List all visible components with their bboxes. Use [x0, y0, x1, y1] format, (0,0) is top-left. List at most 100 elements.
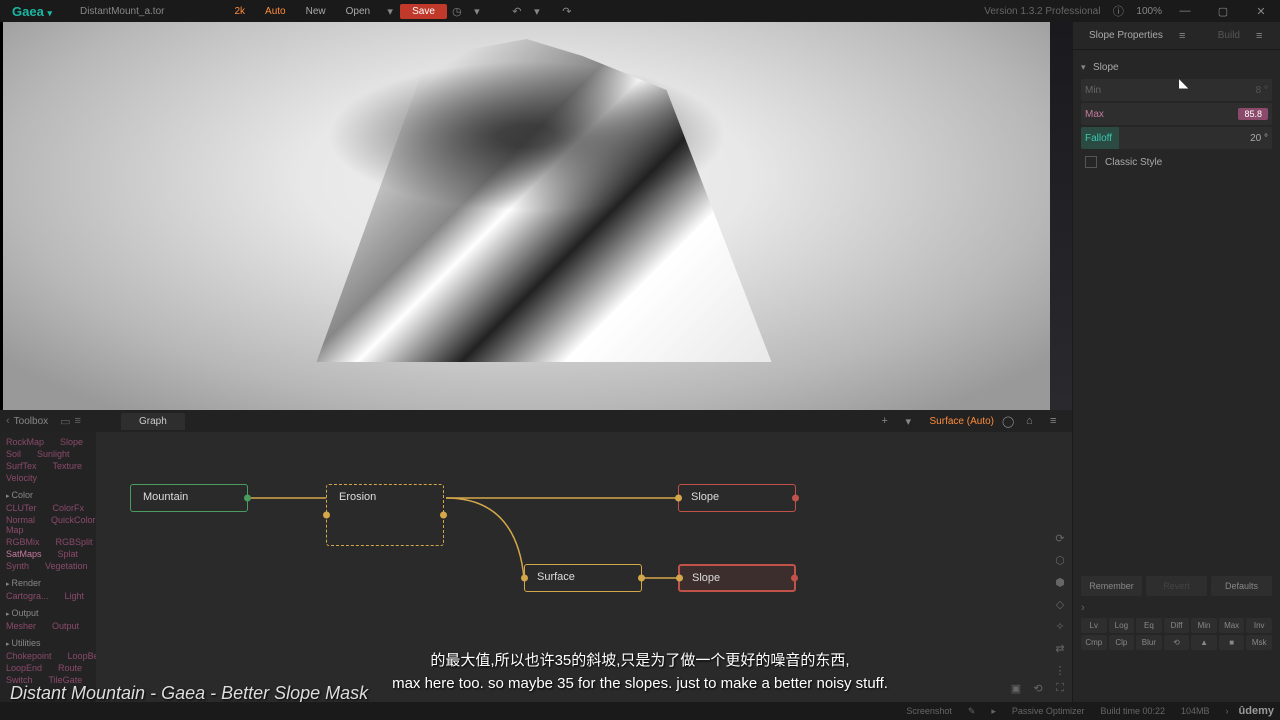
- add-icon[interactable]: +: [882, 415, 898, 427]
- sb-icon[interactable]: ▸: [985, 706, 1002, 717]
- open-button[interactable]: Open: [336, 4, 380, 19]
- mini-min[interactable]: Min: [1191, 618, 1217, 633]
- tb-loopend[interactable]: LoopEnd: [6, 663, 42, 673]
- prop-min[interactable]: Min 8 °: [1081, 79, 1272, 101]
- tb-rgbsplit[interactable]: RGBSplit: [56, 537, 93, 547]
- tb-soil[interactable]: Soil: [6, 449, 21, 459]
- defaults-button[interactable]: Defaults: [1211, 576, 1272, 596]
- mini-log[interactable]: Log: [1109, 618, 1135, 633]
- tab-properties[interactable]: Slope Properties: [1081, 26, 1171, 45]
- frame-icon[interactable]: ▣: [1008, 682, 1024, 698]
- redo-icon[interactable]: ↷: [557, 5, 577, 18]
- cat-output[interactable]: Output: [6, 602, 90, 620]
- tool-icon[interactable]: ✧: [1052, 620, 1068, 636]
- toolbox-view-icon[interactable]: ▭: [60, 415, 70, 428]
- mini-12[interactable]: ■: [1219, 635, 1245, 650]
- tab-graph[interactable]: Graph: [121, 413, 185, 430]
- section-slope[interactable]: ▾ Slope: [1081, 58, 1272, 77]
- port-in[interactable]: [676, 575, 683, 582]
- tb-route[interactable]: Route: [58, 663, 82, 673]
- minimize-icon[interactable]: —: [1170, 5, 1200, 17]
- dropdown-icon[interactable]: ▾: [906, 415, 922, 428]
- menu-icon[interactable]: ≡: [1256, 30, 1272, 42]
- tb-velocity[interactable]: Velocity: [6, 473, 37, 483]
- tb-satmaps[interactable]: SatMaps: [6, 549, 42, 559]
- tb-quickcolor[interactable]: QuickColor: [51, 515, 96, 535]
- cat-color[interactable]: Color: [6, 484, 90, 502]
- tb-synth[interactable]: Synth: [6, 561, 29, 571]
- open-dropdown-icon[interactable]: ▾: [380, 5, 400, 18]
- node-slope-2-selected[interactable]: Slope: [678, 564, 796, 592]
- tb-vegetation[interactable]: Vegetation: [45, 561, 88, 571]
- tool-icon[interactable]: ⬢: [1052, 576, 1068, 592]
- clock-icon[interactable]: ◷: [447, 5, 467, 18]
- port-in[interactable]: [675, 495, 682, 502]
- dropdown-icon[interactable]: ▾: [467, 5, 487, 18]
- mini-clp[interactable]: Clp: [1109, 635, 1135, 650]
- tb-normalmap[interactable]: Normal Map: [6, 515, 35, 535]
- tb-slope[interactable]: Slope: [60, 437, 83, 447]
- close-icon[interactable]: ✕: [1246, 5, 1276, 18]
- menu-icon[interactable]: ≡: [1179, 30, 1195, 42]
- expand-icon[interactable]: ⛶: [1052, 682, 1068, 698]
- tb-rgbmix[interactable]: RGBMix: [6, 537, 40, 547]
- tb-light[interactable]: Light: [65, 591, 85, 601]
- mini-max[interactable]: Max: [1219, 618, 1245, 633]
- screenshot-button[interactable]: Screenshot: [900, 706, 958, 716]
- tb-cartogra[interactable]: Cartogra...: [6, 591, 49, 601]
- tb-output[interactable]: Output: [52, 621, 79, 631]
- zoom-label[interactable]: 100%: [1136, 6, 1162, 17]
- prop-classic-style[interactable]: Classic Style: [1081, 151, 1272, 173]
- app-logo[interactable]: Gaea ▾: [4, 4, 60, 19]
- save-button[interactable]: Save: [400, 4, 447, 19]
- circle-icon[interactable]: ◯: [1002, 415, 1018, 428]
- tab-build[interactable]: Build: [1210, 26, 1248, 45]
- port-out[interactable]: [791, 575, 798, 582]
- new-button[interactable]: New: [296, 4, 336, 19]
- surface-auto-label[interactable]: Surface (Auto): [930, 416, 994, 427]
- mini-cmp[interactable]: Cmp: [1081, 635, 1107, 650]
- tb-texture[interactable]: Texture: [53, 461, 83, 471]
- tool-icon[interactable]: ⇄: [1052, 642, 1068, 658]
- mini-inv[interactable]: Inv: [1246, 618, 1272, 633]
- cat-render[interactable]: Render: [6, 572, 90, 590]
- tb-chokepoint[interactable]: Chokepoint: [6, 651, 52, 661]
- reload-icon[interactable]: ⟲: [1030, 682, 1046, 698]
- port-in[interactable]: [521, 575, 528, 582]
- tb-colorfx[interactable]: ColorFx: [53, 503, 85, 513]
- cat-utilities[interactable]: Utilities: [6, 632, 90, 650]
- mini-lv[interactable]: Lv: [1081, 618, 1107, 633]
- toolbox-caret-icon[interactable]: ‹: [6, 415, 10, 427]
- tb-loopbegin[interactable]: LoopBegin: [68, 651, 96, 661]
- prop-falloff[interactable]: Falloff 20 °: [1081, 127, 1272, 149]
- tb-cluter[interactable]: CLUTer: [6, 503, 37, 513]
- sb-icon[interactable]: ✎: [962, 706, 982, 717]
- resolution-button[interactable]: 2k: [224, 4, 255, 19]
- port-out[interactable]: [638, 575, 645, 582]
- menu-icon[interactable]: ≡: [1050, 415, 1066, 427]
- port-out[interactable]: [440, 512, 447, 519]
- tb-mesher[interactable]: Mesher: [6, 621, 36, 631]
- auto-button[interactable]: Auto: [255, 4, 296, 19]
- node-slope-1[interactable]: Slope: [678, 484, 796, 512]
- port-out[interactable]: [792, 495, 799, 502]
- tb-sunlight[interactable]: Sunlight: [37, 449, 70, 459]
- toolbox-list-icon[interactable]: ≡: [75, 415, 81, 427]
- mini-msk[interactable]: Msk: [1246, 635, 1272, 650]
- node-mountain[interactable]: Mountain: [130, 484, 248, 512]
- mini-eq[interactable]: Eq: [1136, 618, 1162, 633]
- tb-splat[interactable]: Splat: [58, 549, 79, 559]
- tool-icon[interactable]: ⋮: [1052, 664, 1068, 680]
- port-in[interactable]: [323, 512, 330, 519]
- graph-canvas[interactable]: Mountain Erosion Surface Slope Slope ⟳ ⬡…: [96, 432, 1072, 702]
- help-icon[interactable]: ⓘ: [1108, 3, 1128, 19]
- chevron-right-icon[interactable]: ›: [1081, 602, 1085, 614]
- mini-11[interactable]: ▲: [1191, 635, 1217, 650]
- prop-max[interactable]: Max 85.8: [1081, 103, 1272, 125]
- remember-button[interactable]: Remember: [1081, 576, 1142, 596]
- node-erosion[interactable]: Erosion: [326, 484, 444, 546]
- undo-icon[interactable]: ↶: [507, 5, 527, 18]
- undo-dropdown-icon[interactable]: ▾: [527, 5, 547, 18]
- home-icon[interactable]: ⌂: [1026, 415, 1042, 427]
- tool-icon[interactable]: ◇: [1052, 598, 1068, 614]
